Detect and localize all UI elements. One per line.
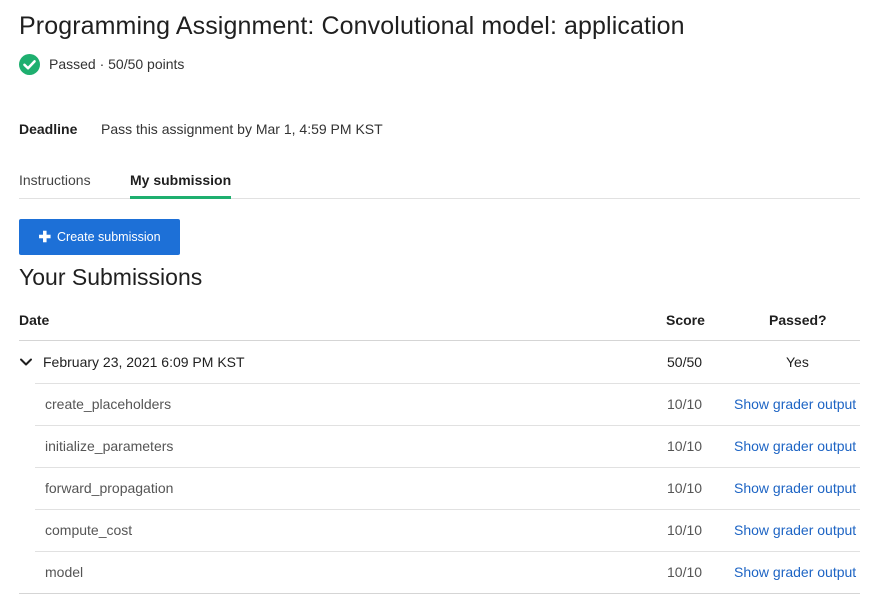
column-header-score: Score	[666, 312, 705, 328]
tab-my-submission[interactable]: My submission	[130, 170, 232, 199]
column-header-passed: Passed?	[769, 312, 827, 328]
part-score: 10/10	[667, 438, 703, 454]
check-circle-icon	[19, 53, 40, 75]
submission-date: February 23, 2021 6:09 PM KST	[43, 354, 245, 370]
part-name: forward_propagation	[45, 480, 174, 496]
part-score: 10/10	[667, 396, 703, 412]
deadline-text: Pass this assignment by Mar 1, 4:59 PM K…	[101, 121, 383, 137]
status-line: Passed · 50/50 points	[19, 53, 184, 75]
part-score: 10/10	[667, 480, 703, 496]
submissions-title: Your Submissions	[19, 264, 203, 290]
part-row: model 10/10 Show grader output	[35, 551, 860, 593]
plus-icon: ✚	[38, 228, 52, 246]
submission-passed: Yes	[786, 354, 809, 370]
create-submission-label: Create submission	[57, 230, 161, 244]
deadline: Deadline Pass this assignment by Mar 1, …	[19, 121, 383, 137]
part-row: compute_cost 10/10 Show grader output	[35, 509, 860, 551]
part-score: 10/10	[667, 564, 703, 580]
part-name: compute_cost	[45, 522, 133, 538]
part-row: forward_propagation 10/10 Show grader ou…	[35, 467, 860, 509]
tab-instructions[interactable]: Instructions	[19, 170, 91, 199]
submission-score: 50/50	[667, 354, 703, 370]
table-bottom-divider	[19, 593, 860, 594]
deadline-label: Deadline	[19, 121, 78, 137]
part-score: 10/10	[667, 522, 703, 538]
part-row: create_placeholders 10/10 Show grader ou…	[35, 383, 860, 425]
show-grader-output-link[interactable]: Show grader output	[734, 480, 856, 496]
part-row: initialize_parameters 10/10 Show grader …	[35, 425, 860, 467]
column-header-date: Date	[19, 312, 50, 328]
status-text: Passed · 50/50 points	[49, 56, 185, 72]
tab-bar: Instructions My submission	[19, 170, 860, 199]
part-name: create_placeholders	[45, 396, 172, 412]
part-name: model	[45, 564, 84, 580]
show-grader-output-link[interactable]: Show grader output	[734, 564, 856, 580]
part-list: create_placeholders 10/10 Show grader ou…	[35, 383, 860, 593]
part-name: initialize_parameters	[45, 438, 174, 454]
submission-row[interactable]: February 23, 2021 6:09 PM KST 50/50 Yes	[19, 341, 860, 383]
chevron-down-icon[interactable]	[19, 355, 33, 369]
show-grader-output-link[interactable]: Show grader output	[734, 396, 856, 412]
show-grader-output-link[interactable]: Show grader output	[734, 522, 856, 538]
create-submission-button[interactable]: ✚ Create submission	[19, 219, 180, 255]
show-grader-output-link[interactable]: Show grader output	[734, 438, 856, 454]
table-header: Date Score Passed?	[19, 309, 860, 341]
page-title: Programming Assignment: Convolutional mo…	[19, 12, 685, 40]
